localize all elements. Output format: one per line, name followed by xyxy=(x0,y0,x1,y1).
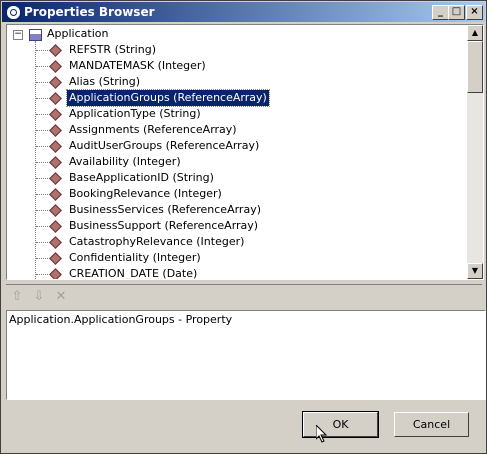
tree-branch-line xyxy=(36,210,48,211)
property-icon xyxy=(49,76,62,89)
tree-item-label: CREATION_DATE (Date) xyxy=(69,267,198,280)
tree-item[interactable]: CREATION_DATE (Date) xyxy=(7,266,447,280)
title-bar[interactable]: Properties Browser _ □ × xyxy=(2,2,485,22)
tree-item[interactable]: AuditUserGroups (ReferenceArray) xyxy=(7,138,447,154)
tree-branch-line xyxy=(36,226,48,227)
tree-item-label: BusinessServices (ReferenceArray) xyxy=(69,203,261,216)
tree-branch-line xyxy=(36,82,48,83)
tree-item[interactable]: Confidentiality (Integer) xyxy=(7,250,447,266)
tree-branch-line xyxy=(36,50,48,51)
property-icon xyxy=(49,220,62,233)
tree-item-label: Confidentiality (Integer) xyxy=(69,251,201,264)
tree-branch-line xyxy=(36,258,48,259)
tree-item-label: BusinessSupport (ReferenceArray) xyxy=(69,219,259,232)
move-down-icon[interactable]: ⇩ xyxy=(30,289,48,305)
property-icon xyxy=(49,204,62,217)
tree-item[interactable]: ApplicationGroups (ReferenceArray) xyxy=(7,89,447,107)
window-title: Properties Browser xyxy=(24,5,155,19)
tree-item-label: BaseApplicationID (String) xyxy=(69,171,214,184)
tree-item[interactable]: REFSTR (String) xyxy=(7,42,447,58)
maximize-icon[interactable]: □ xyxy=(448,5,465,20)
app-icon xyxy=(6,5,21,20)
tree-item-label: Alias (String) xyxy=(69,75,141,88)
tree-item-label: ApplicationGroups (ReferenceArray) xyxy=(66,89,270,107)
minimize-icon[interactable]: _ xyxy=(432,5,449,20)
tree-item[interactable]: ApplicationType (String) xyxy=(7,106,447,122)
tree-branch-line xyxy=(36,194,48,195)
property-icon xyxy=(49,188,62,201)
tree-branch-line xyxy=(36,146,48,147)
tree-item[interactable]: MANDATEMASK (Integer) xyxy=(7,58,447,74)
property-icon xyxy=(49,252,62,265)
tree-branch-line xyxy=(36,98,48,99)
delete-icon[interactable]: ✕ xyxy=(52,289,70,305)
property-icon xyxy=(49,236,62,249)
tree-item-label: ApplicationType (String) xyxy=(69,107,201,120)
tree-item[interactable]: CatastrophyRelevance (Integer) xyxy=(7,234,447,250)
tree-item[interactable]: BusinessServices (ReferenceArray) xyxy=(7,202,447,218)
tree-item[interactable]: Assignments (ReferenceArray) xyxy=(7,122,447,138)
cancel-button[interactable]: Cancel xyxy=(394,412,469,437)
property-icon xyxy=(49,92,62,105)
scroll-thumb[interactable] xyxy=(467,41,483,93)
tree-item-label: MANDATEMASK (Integer) xyxy=(69,59,206,72)
tree-root[interactable]: − Application xyxy=(7,26,147,42)
tree-item-label: BookingRelevance (Integer) xyxy=(69,187,222,200)
tree-item-label: Availability (Integer) xyxy=(69,155,181,168)
property-tree[interactable]: − Application REFSTR (String) MANDATEMASK… xyxy=(6,24,484,280)
property-icon xyxy=(49,268,62,279)
tree-item-label: REFSTR (String) xyxy=(69,43,156,56)
close-icon[interactable]: × xyxy=(466,5,483,20)
move-up-icon[interactable]: ⇧ xyxy=(8,289,26,305)
tree-toolbar: ⇧ ⇩ ✕ xyxy=(6,284,482,309)
tree-branch-line xyxy=(36,178,48,179)
tree-item-label: CatastrophyRelevance (Integer) xyxy=(69,235,245,248)
tree-branch-line xyxy=(36,162,48,163)
tree-root-label: Application xyxy=(47,27,109,40)
tree-branch-line xyxy=(36,114,48,115)
property-icon xyxy=(49,124,62,137)
cursor-icon xyxy=(316,425,328,443)
description-text: Application.ApplicationGroups - Property xyxy=(9,313,233,326)
application-icon xyxy=(29,29,42,41)
property-icon xyxy=(49,108,62,121)
tree-branch-line xyxy=(36,66,48,67)
ok-button[interactable]: OK xyxy=(302,411,379,438)
description-panel: Application.ApplicationGroups - Property xyxy=(6,310,486,400)
tree-item[interactable]: BookingRelevance (Integer) xyxy=(7,186,447,202)
tree-item[interactable]: BaseApplicationID (String) xyxy=(7,170,447,186)
tree-content: − Application REFSTR (String) MANDATEMASK… xyxy=(7,25,467,279)
tree-item[interactable]: Availability (Integer) xyxy=(7,154,447,170)
scroll-down-icon[interactable]: ▼ xyxy=(467,263,483,279)
property-icon xyxy=(49,156,62,169)
scroll-up-icon[interactable]: ▲ xyxy=(467,25,483,41)
properties-browser-window: Properties Browser _ □ × − Application R… xyxy=(0,0,487,454)
tree-item-label: AuditUserGroups (ReferenceArray) xyxy=(69,139,260,152)
tree-item-label: Assignments (ReferenceArray) xyxy=(69,123,237,136)
property-icon xyxy=(49,172,62,185)
property-icon xyxy=(49,140,62,153)
tree-item[interactable]: Alias (String) xyxy=(7,74,447,90)
property-icon xyxy=(49,60,62,73)
tree-branch-line xyxy=(36,242,48,243)
tree-branch-line xyxy=(36,130,48,131)
expander-icon[interactable]: − xyxy=(13,30,23,40)
property-icon xyxy=(49,44,62,57)
vertical-scrollbar[interactable]: ▲ ▼ xyxy=(467,25,483,279)
tree-branch-line xyxy=(36,274,48,275)
tree-item[interactable]: BusinessSupport (ReferenceArray) xyxy=(7,218,447,234)
